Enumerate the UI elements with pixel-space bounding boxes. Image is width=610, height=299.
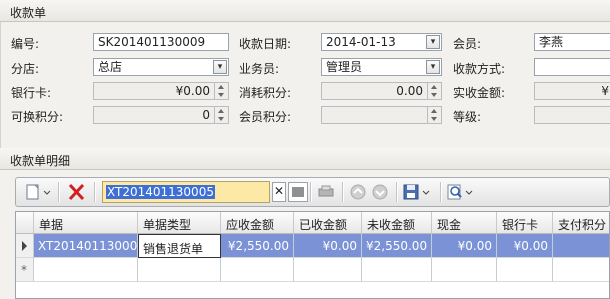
detail-group-title: 收款单明细: [10, 154, 71, 168]
consume-points-label: 消耗积分:: [239, 86, 292, 100]
table-cell[interactable]: [362, 258, 432, 282]
chevron-down-icon[interactable]: ▾: [213, 60, 227, 74]
member-field[interactable]: 李燕: [534, 33, 610, 51]
spin-buttons-icon[interactable]: [427, 83, 441, 99]
find-button[interactable]: [446, 182, 476, 202]
column-header[interactable]: 支付积分: [553, 212, 609, 234]
salesman-label: 业务员:: [239, 62, 280, 76]
detail-toolbar: XT201401130005 ✕: [15, 177, 610, 207]
toolbar-separator: [310, 182, 312, 202]
table-cell[interactable]: [34, 258, 138, 282]
exchangeable-points-label: 可换积分:: [11, 110, 64, 124]
consume-points-field[interactable]: 0.00: [321, 82, 442, 100]
date-label: 收款日期:: [239, 37, 292, 51]
spin-buttons-icon[interactable]: [427, 107, 441, 123]
branch-select[interactable]: 总店 ▾: [93, 58, 229, 76]
table-cell[interactable]: [221, 258, 294, 282]
table-cell[interactable]: ¥0.00: [432, 234, 497, 258]
table-cell[interactable]: 销售退货单: [138, 234, 221, 258]
column-header[interactable]: 单据类型: [138, 212, 221, 234]
level-label: 等级:: [453, 110, 482, 124]
detail-group-header: 收款单明细: [0, 148, 610, 170]
receipt-group-title: 收款单: [10, 6, 47, 20]
date-picker[interactable]: 2014-01-13 ▾: [321, 33, 442, 51]
table-cell[interactable]: [294, 258, 362, 282]
salesman-select[interactable]: 管理员 ▾: [321, 58, 442, 76]
delete-icon: [68, 183, 85, 201]
bank-card-field[interactable]: ¥0.00: [93, 82, 229, 100]
table-cell[interactable]: ¥0.00: [497, 234, 553, 258]
receipt-form-panel: 编号: SK201401130009 收款日期: 2014-01-13 ▾ 会员…: [0, 22, 610, 150]
toolbar-separator: [94, 182, 96, 202]
exchangeable-points-field[interactable]: 0: [93, 106, 229, 124]
row-indicator-icon[interactable]: [16, 234, 34, 258]
consume-points-value: 0.00: [396, 84, 423, 98]
branch-label: 分店:: [11, 62, 40, 76]
column-header[interactable]: 现金: [432, 212, 497, 234]
pay-method-select[interactable]: [534, 58, 610, 76]
branch-value: 总店: [98, 60, 123, 74]
actual-amount-field[interactable]: ¥: [534, 82, 610, 100]
pay-method-label: 收款方式:: [453, 62, 506, 76]
bank-card-label: 银行卡:: [11, 86, 52, 100]
find-icon: [447, 184, 473, 200]
search-input[interactable]: XT201401130005: [102, 181, 270, 203]
spin-buttons-icon[interactable]: [214, 107, 228, 123]
table-cell[interactable]: [138, 258, 221, 282]
delete-button[interactable]: [66, 182, 88, 202]
actual-amount-label: 实收金额:: [453, 86, 506, 100]
clear-icon[interactable]: ✕: [272, 182, 286, 202]
level-field[interactable]: [534, 106, 610, 124]
table-cell[interactable]: ¥2,550.00: [221, 234, 294, 258]
calendar-dropdown-icon[interactable]: ▾: [426, 35, 440, 49]
table-cell[interactable]: [432, 258, 497, 282]
new-document-icon: [26, 184, 51, 200]
new-button[interactable]: [24, 182, 52, 202]
barcode-icon: [292, 187, 304, 197]
toolbar-separator: [342, 182, 344, 202]
table-cell[interactable]: [553, 258, 609, 282]
member-label: 会员:: [453, 37, 482, 51]
move-up-icon: [350, 184, 366, 200]
bank-card-value: ¥0.00: [175, 84, 210, 98]
move-down-button[interactable]: [370, 182, 390, 202]
member-points-label: 会员积分:: [239, 110, 292, 124]
save-button[interactable]: [402, 182, 434, 202]
salesman-value: 管理员: [326, 60, 363, 74]
table-cell[interactable]: ¥0.00: [294, 234, 362, 258]
column-header[interactable]: 应收金额: [221, 212, 294, 234]
column-header[interactable]: 未收金额: [362, 212, 432, 234]
receipt-group-header: 收款单: [0, 0, 610, 22]
move-up-button[interactable]: [348, 182, 368, 202]
date-value: 2014-01-13: [326, 35, 396, 49]
toolbar-separator: [440, 182, 442, 202]
column-header[interactable]: 银行卡: [497, 212, 553, 234]
search-value: XT201401130005: [106, 185, 215, 199]
print-button[interactable]: [316, 182, 336, 202]
column-header[interactable]: 已收金额: [294, 212, 362, 234]
exchangeable-points-value: 0: [202, 108, 210, 122]
bill-no-field[interactable]: SK201401130009: [93, 33, 229, 51]
spin-buttons-icon[interactable]: [214, 83, 228, 99]
chevron-down-icon[interactable]: ▾: [426, 60, 440, 74]
table-cell[interactable]: XT201401130005: [34, 234, 138, 258]
barcode-button[interactable]: [288, 182, 308, 202]
print-icon: [318, 185, 334, 197]
grid-corner: [16, 212, 34, 234]
member-points-field[interactable]: [321, 106, 442, 124]
table-cell[interactable]: [553, 234, 609, 258]
detail-grid: 单据 单据类型 应收金额 已收金额 未收金额 现金 银行卡 支付积分 XT201…: [15, 211, 610, 299]
table-cell[interactable]: [497, 258, 553, 282]
new-row-marker[interactable]: *: [16, 258, 34, 282]
bill-no-label: 编号:: [11, 37, 40, 51]
save-icon: [403, 184, 430, 200]
move-down-icon: [372, 184, 388, 200]
toolbar-separator: [58, 182, 60, 202]
table-cell[interactable]: ¥2,550.00: [362, 234, 432, 258]
toolbar-separator: [396, 182, 398, 202]
column-header[interactable]: 单据: [34, 212, 138, 234]
